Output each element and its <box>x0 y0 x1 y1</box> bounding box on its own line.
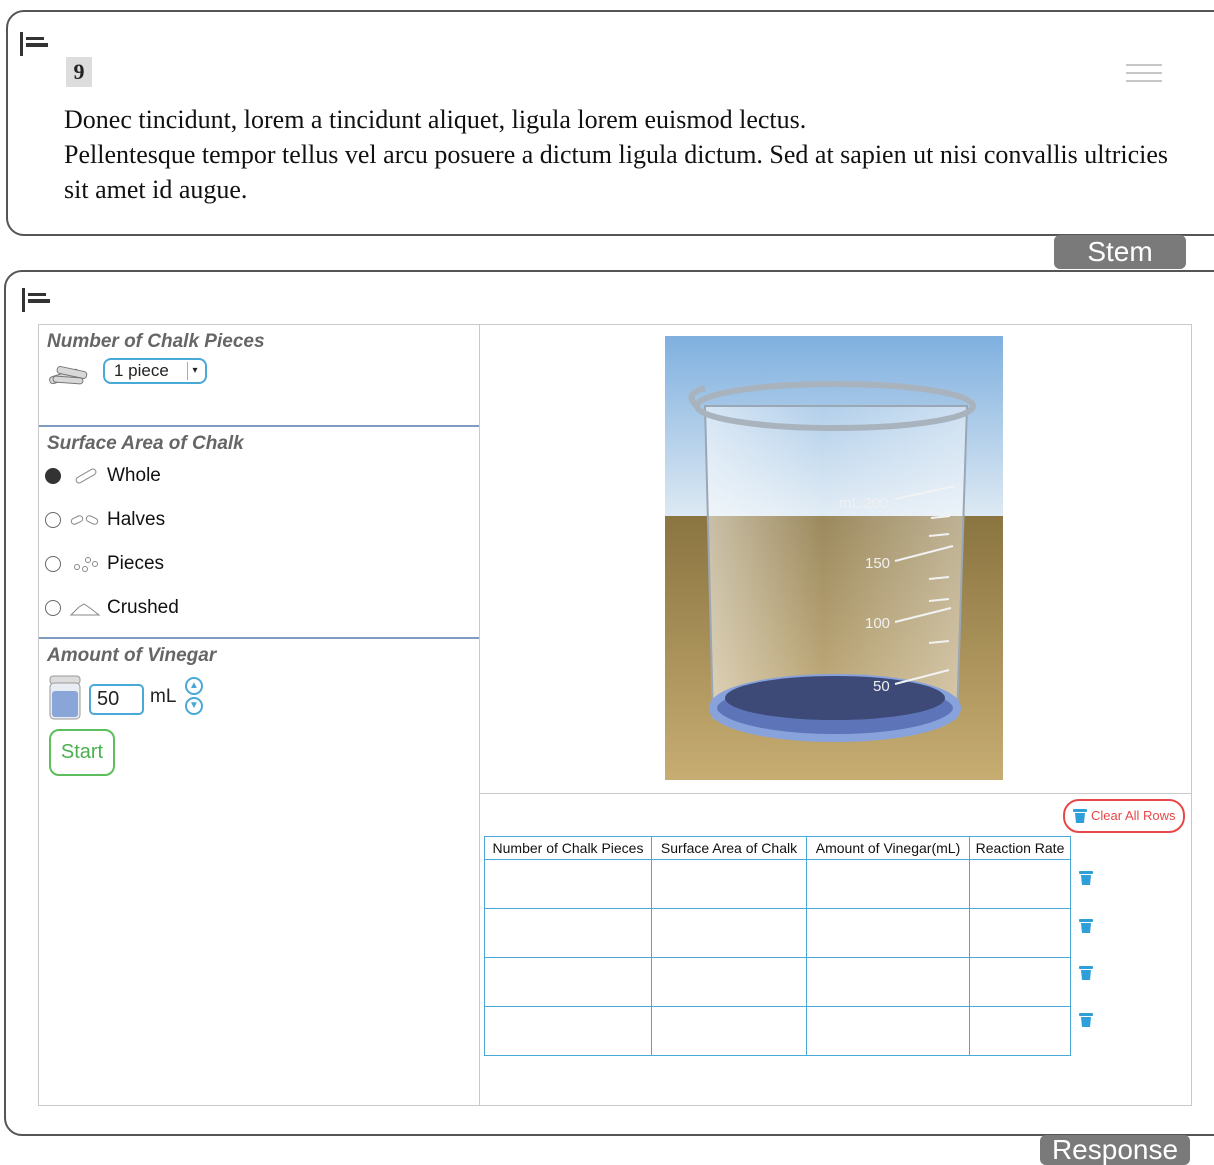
table-cell <box>806 957 970 1007</box>
halves-chalk-icon <box>70 515 99 525</box>
section-divider <box>39 425 479 427</box>
whole-chalk-icon <box>75 468 97 484</box>
clear-all-rows-button[interactable]: Clear All Rows <box>1063 799 1185 833</box>
chevron-down-icon: ▾ <box>187 362 202 380</box>
chalk-pieces-select[interactable]: 1 piece ▾ <box>103 358 207 384</box>
column-header: Surface Area of Chalk <box>651 836 807 860</box>
trash-icon <box>1073 809 1087 823</box>
vinegar-amount-input[interactable]: 50 <box>89 684 144 715</box>
table-cell <box>969 859 1071 909</box>
flag-icon[interactable] <box>22 288 50 312</box>
beaker-mark: 50 <box>873 678 890 695</box>
chalk-pieces-value: 1 piece <box>114 361 169 380</box>
table-cell <box>484 957 652 1007</box>
radio-pieces[interactable] <box>45 556 61 572</box>
column-header: Amount of Vinegar(mL) <box>806 836 970 860</box>
stem-panel: 9 Donec tincidunt, lorem a tincidunt ali… <box>6 10 1214 236</box>
menu-icon[interactable] <box>1126 64 1162 84</box>
results-table: Number of Chalk Pieces Surface Area of C… <box>484 836 1071 1056</box>
table-row <box>484 1006 1071 1056</box>
table-cell <box>651 1006 807 1056</box>
radio-label: Crushed <box>107 597 179 618</box>
delete-row-trash-icon[interactable] <box>1079 870 1093 886</box>
chalk-pieces-title: Number of Chalk Pieces <box>47 331 265 352</box>
delete-row-trash-icon[interactable] <box>1079 965 1093 981</box>
surface-option-crushed[interactable]: Crushed <box>45 595 179 621</box>
increment-icon[interactable]: ▲ <box>185 677 203 695</box>
surface-option-whole[interactable]: Whole <box>45 463 161 489</box>
vinegar-title: Amount of Vinegar <box>47 645 217 666</box>
vinegar-unit: mL <box>150 686 177 707</box>
table-cell <box>484 908 652 958</box>
radio-label: Pieces <box>107 553 165 574</box>
section-divider <box>479 793 1191 794</box>
table-cell <box>969 908 1071 958</box>
table-cell <box>651 859 807 909</box>
delete-row-trash-icon[interactable] <box>1079 918 1093 934</box>
response-tab[interactable]: Response <box>1040 1135 1190 1165</box>
question-number: 9 <box>66 57 92 87</box>
beaker-mark: 150 <box>865 555 890 572</box>
table-row <box>484 859 1071 909</box>
table-cell <box>969 957 1071 1007</box>
stem-text: Donec tincidunt, lorem a tincidunt aliqu… <box>64 102 1184 207</box>
table-cell <box>969 1006 1071 1056</box>
start-button[interactable]: Start <box>49 729 115 776</box>
table-header-row: Number of Chalk Pieces Surface Area of C… <box>484 836 1071 860</box>
stem-tab[interactable]: Stem <box>1054 235 1186 269</box>
surface-option-pieces[interactable]: Pieces <box>45 551 164 577</box>
radio-label: Halves <box>107 509 166 530</box>
flag-icon[interactable] <box>20 32 48 56</box>
column-header: Number of Chalk Pieces <box>484 836 652 860</box>
table-cell <box>806 859 970 909</box>
table-row <box>484 908 1071 958</box>
radio-whole[interactable] <box>45 468 61 484</box>
delete-row-trash-icon[interactable] <box>1079 1012 1093 1028</box>
beaker-visual: mL 200 150 100 50 <box>665 336 1003 780</box>
section-divider <box>39 637 479 639</box>
surface-option-halves[interactable]: Halves <box>45 507 165 533</box>
radio-label: Whole <box>107 465 161 486</box>
decrement-icon[interactable]: ▼ <box>185 697 203 715</box>
simulation-panel: Number of Chalk Pieces 1 piece ▾ Surface… <box>38 324 1192 1106</box>
radio-halves[interactable] <box>45 512 61 528</box>
column-header: Reaction Rate <box>969 836 1071 860</box>
clear-all-rows-label: Clear All Rows <box>1091 808 1176 823</box>
table-cell <box>651 908 807 958</box>
vinegar-bottle-icon <box>49 675 81 720</box>
surface-area-title: Surface Area of Chalk <box>47 433 244 454</box>
table-row <box>484 957 1071 1007</box>
stem-line: Donec tincidunt, lorem a tincidunt aliqu… <box>64 105 807 134</box>
beaker-mark: mL 200 <box>839 495 888 512</box>
table-cell <box>806 1006 970 1056</box>
beaker-mark: 100 <box>865 615 890 632</box>
radio-crushed[interactable] <box>45 600 61 616</box>
crushed-chalk-icon <box>69 603 101 616</box>
table-cell <box>484 859 652 909</box>
table-cell <box>806 908 970 958</box>
table-cell <box>484 1006 652 1056</box>
stem-line: Pellentesque tempor tellus vel arcu posu… <box>64 140 1169 204</box>
controls-column: Number of Chalk Pieces 1 piece ▾ Surface… <box>39 325 480 1105</box>
chalk-pile-icon <box>49 366 88 385</box>
pieces-chalk-icon <box>74 557 98 572</box>
table-cell <box>651 957 807 1007</box>
